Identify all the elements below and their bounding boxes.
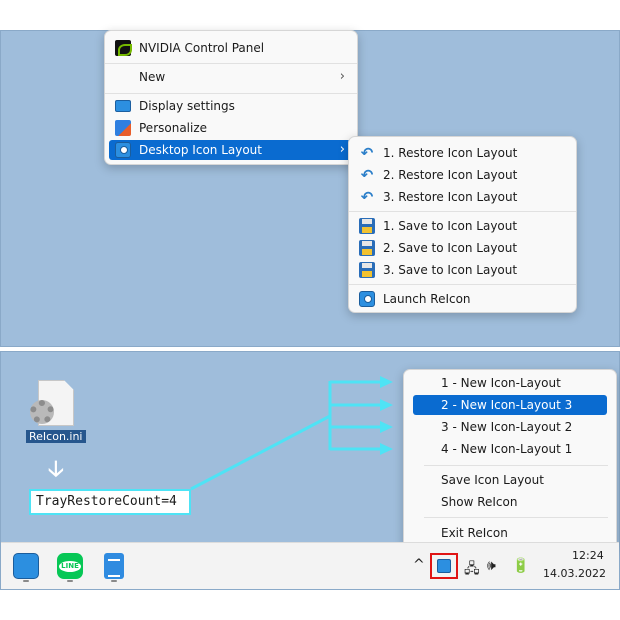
save-disk-icon <box>359 240 375 256</box>
submenu-item-restore-1[interactable]: ↶ 1. Restore Icon Layout <box>353 143 572 163</box>
tray-item-layout-1[interactable]: 1 - New Icon-Layout <box>408 373 612 393</box>
tray-item-layout-2[interactable]: 2 - New Icon-Layout 3 <box>413 395 607 415</box>
reicon-icon <box>359 291 375 307</box>
menu-separator <box>105 93 357 94</box>
reicon-tray-icon[interactable] <box>430 553 458 579</box>
tray-item-layout-4[interactable]: 4 - New Icon-Layout 1 <box>408 439 612 459</box>
submenu-item-launch-reicon[interactable]: Launch ReIcon <box>353 289 572 309</box>
personalize-icon <box>115 120 131 136</box>
submenu-item-label: 1. Save to Icon Layout <box>383 219 518 233</box>
submenu-item-save-2[interactable]: 2. Save to Icon Layout <box>353 238 572 258</box>
restore-arrow-icon: ↶ <box>360 144 374 162</box>
menu-item-desktop-icon-layout[interactable]: Desktop Icon Layout › <box>109 140 353 160</box>
submenu-item-save-1[interactable]: 1. Save to Icon Layout <box>353 216 572 236</box>
running-indicator <box>23 580 29 582</box>
menu-item-label: Desktop Icon Layout <box>139 143 262 157</box>
display-icon <box>115 100 131 112</box>
running-indicator <box>67 580 73 582</box>
save-disk-icon <box>359 218 375 234</box>
menu-separator <box>349 211 576 212</box>
menu-item-label: New <box>139 70 166 84</box>
menu-separator <box>105 63 357 64</box>
clock-date[interactable]: 14.03.2022 <box>543 567 606 580</box>
tray-item-layout-3[interactable]: 3 - New Icon-Layout 2 <box>408 417 612 437</box>
taskbar: ^ 🖧 🕪 🔋 12:24 14.03.2022 <box>1 542 619 589</box>
clock-time[interactable]: 12:24 <box>572 549 604 562</box>
menu-separator <box>424 465 608 466</box>
tray-item-label: 2 - New Icon-Layout 3 <box>441 398 573 412</box>
menu-separator <box>349 284 576 285</box>
menu-item-personalize[interactable]: Personalize <box>109 118 353 138</box>
ini-file-label: ReIcon.ini <box>26 430 86 443</box>
chevron-up-icon[interactable]: ^ <box>413 557 425 573</box>
tray-item-label: Exit ReIcon <box>441 526 508 540</box>
tray-item-exit-reicon[interactable]: Exit ReIcon <box>408 523 612 543</box>
chevron-right-icon: › <box>339 69 345 84</box>
ini-setting-box: TrayRestoreCount=4 <box>29 489 191 515</box>
tray-item-label: Save Icon Layout <box>441 473 544 487</box>
tray-context-menu: 1 - New Icon-Layout 2 - New Icon-Layout … <box>403 369 617 549</box>
network-icon[interactable]: 🖧 <box>464 558 480 582</box>
menu-separator <box>424 517 608 518</box>
menu-item-nvidia-control-panel[interactable]: NVIDIA Control Panel <box>109 38 353 58</box>
submenu-item-label: 3. Save to Icon Layout <box>383 263 518 277</box>
tray-item-save-icon-layout[interactable]: Save Icon Layout <box>408 470 612 490</box>
submenu-item-save-3[interactable]: 3. Save to Icon Layout <box>353 260 572 280</box>
desktop-context-menu: NVIDIA Control Panel New › Display setti… <box>104 30 358 165</box>
tray-item-show-reicon[interactable]: Show ReIcon <box>408 492 612 512</box>
down-arrow-icon: 🡣 <box>48 457 64 482</box>
submenu-item-label: 2. Save to Icon Layout <box>383 241 518 255</box>
menu-item-label: NVIDIA Control Panel <box>139 41 265 55</box>
icon-layout-submenu: ↶ 1. Restore Icon Layout ↶ 2. Restore Ic… <box>348 136 577 313</box>
submenu-item-label: Launch ReIcon <box>383 292 471 306</box>
restore-arrow-icon: ↶ <box>360 166 374 184</box>
nvidia-icon <box>115 40 132 56</box>
submenu-item-label: 2. Restore Icon Layout <box>383 168 518 182</box>
menu-item-label: Personalize <box>139 121 208 135</box>
submenu-item-restore-3[interactable]: ↶ 3. Restore Icon Layout <box>353 187 572 207</box>
menu-item-display-settings[interactable]: Display settings <box>109 96 353 116</box>
gear-icon <box>30 400 54 424</box>
battery-icon[interactable]: 🔋 <box>512 558 529 574</box>
notepad-app-icon[interactable] <box>104 553 124 579</box>
submenu-item-label: 1. Restore Icon Layout <box>383 146 518 160</box>
menu-item-new[interactable]: New › <box>109 67 353 87</box>
chevron-right-icon: › <box>339 142 345 157</box>
menu-item-label: Display settings <box>139 99 235 113</box>
submenu-item-restore-2[interactable]: ↶ 2. Restore Icon Layout <box>353 165 572 185</box>
reicon-app-icon[interactable] <box>13 553 39 579</box>
save-disk-icon <box>359 262 375 278</box>
tray-item-label: 4 - New Icon-Layout 1 <box>441 442 573 456</box>
tray-item-label: 1 - New Icon-Layout <box>441 376 561 390</box>
tray-item-label: Show ReIcon <box>441 495 518 509</box>
restore-arrow-icon: ↶ <box>360 188 374 206</box>
volume-icon[interactable]: 🕪 <box>487 558 496 574</box>
tray-item-label: 3 - New Icon-Layout 2 <box>441 420 573 434</box>
running-indicator <box>111 580 117 582</box>
desktop-icon-layout-icon <box>115 142 131 158</box>
line-app-icon[interactable] <box>57 553 83 579</box>
submenu-item-label: 3. Restore Icon Layout <box>383 190 518 204</box>
